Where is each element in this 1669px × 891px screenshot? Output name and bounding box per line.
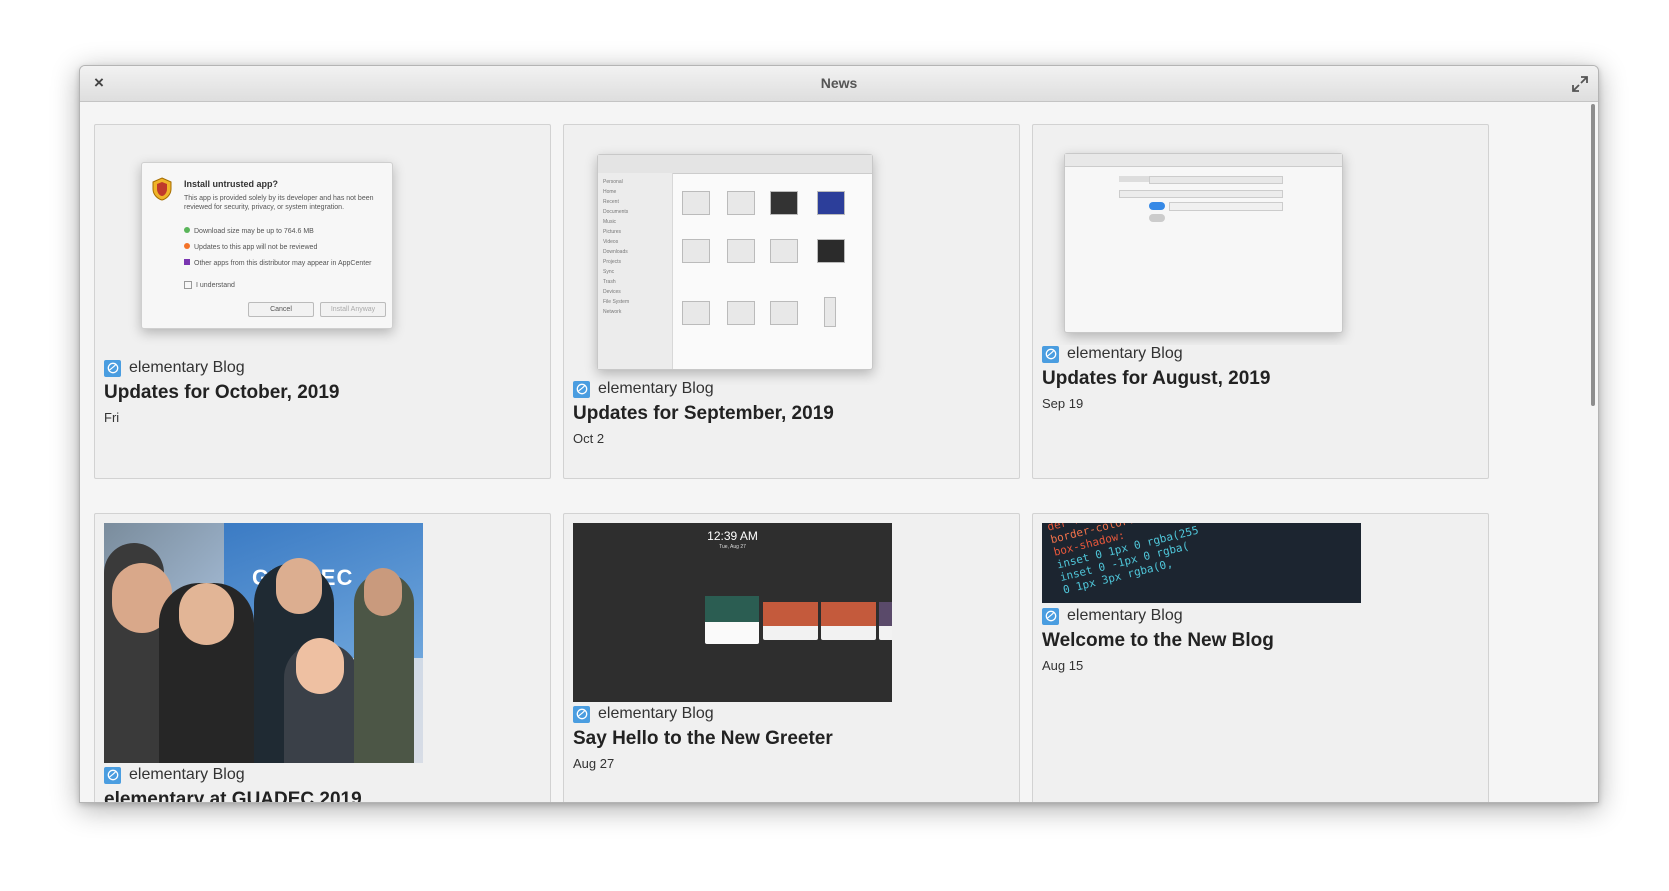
- window-title: News: [820, 75, 858, 91]
- dialog-install-button: Install Anyway: [320, 302, 386, 317]
- article-date: Sep 19: [1042, 396, 1084, 411]
- news-window: × News Install untrusted app? This app i…: [79, 65, 1599, 803]
- article-date: Aug 27: [573, 756, 615, 771]
- article-date: Aug 15: [1042, 658, 1084, 673]
- article-title: Updates for October, 2019: [104, 382, 340, 403]
- article-thumbnail: Install untrusted app? This app is provi…: [95, 125, 435, 365]
- article-source: elementary Blog: [573, 379, 834, 399]
- article-source: elementary Blog: [104, 358, 339, 378]
- greeter-screenshot: 12:39 AM Tue, Aug 27: [573, 523, 892, 702]
- dialog-item: Download size may be up to 764.6 MB: [184, 227, 314, 235]
- article-card[interactable]: der-radius: 4px; border-color: rgba( box…: [1032, 513, 1489, 802]
- article-card[interactable]: GUADEC elementary Blog elementary at GUA…: [94, 513, 551, 802]
- article-card[interactable]: Personal Home Recent Documents Music Pictures…: [563, 124, 1020, 479]
- articles-grid: Install untrusted app? This app is provi…: [80, 102, 1598, 802]
- article-source-label: elementary Blog: [129, 766, 245, 783]
- article-title: Updates for September, 2019: [573, 403, 834, 424]
- article-card[interactable]: elementary Blog Updates for August, 2019…: [1032, 124, 1489, 479]
- article-card[interactable]: 12:39 AM Tue, Aug 27 elementary Blog Say…: [563, 513, 1020, 802]
- article-source-label: elementary Blog: [1067, 345, 1183, 362]
- untrusted-app-dialog-screenshot: Install untrusted app? This app is provi…: [141, 162, 393, 329]
- article-title: Say Hello to the New Greeter: [573, 728, 833, 749]
- article-source: elementary Blog: [573, 704, 833, 724]
- article-title: Updates for August, 2019: [1042, 368, 1271, 389]
- dialog-cancel-button: Cancel: [248, 302, 314, 317]
- article-meta: elementary Blog Welcome to the New Blog …: [1042, 606, 1274, 673]
- maximize-icon[interactable]: [1570, 74, 1590, 94]
- article-meta: elementary Blog Say Hello to the New Gre…: [573, 704, 833, 771]
- dialog-checkbox: I understand: [184, 281, 235, 289]
- article-thumbnail: Personal Home Recent Documents Music Pictures…: [564, 125, 904, 385]
- article-source-label: elementary Blog: [598, 705, 714, 722]
- article-meta: elementary Blog Updates for October, 201…: [104, 358, 339, 425]
- article-date: Fri: [104, 410, 120, 425]
- file-manager-screenshot: Personal Home Recent Documents Music Pictures…: [597, 154, 873, 370]
- dialog-title: Install untrusted app?: [184, 179, 279, 189]
- elementary-logo-icon: [1042, 345, 1059, 363]
- vertical-scrollbar[interactable]: [1591, 104, 1595, 406]
- article-source: elementary Blog: [1042, 606, 1274, 626]
- date-time-settings-screenshot: [1064, 153, 1343, 333]
- article-thumbnail: [1033, 125, 1373, 345]
- greeter-date: Tue, Aug 27: [719, 544, 746, 550]
- article-meta: elementary Blog Updates for September, 2…: [573, 379, 834, 446]
- article-source-label: elementary Blog: [598, 380, 714, 397]
- article-meta: elementary Blog elementary at GUADEC 201…: [104, 765, 362, 802]
- dialog-item: Updates to this app will not be reviewed: [184, 243, 317, 251]
- elementary-logo-icon: [104, 359, 121, 377]
- elementary-logo-icon: [104, 766, 121, 784]
- article-source-label: elementary Blog: [129, 359, 245, 376]
- article-date: Oct 2: [573, 431, 605, 446]
- elementary-logo-icon: [1042, 607, 1059, 625]
- article-source-label: elementary Blog: [1067, 607, 1183, 624]
- shield-icon: [152, 177, 172, 201]
- greeter-time: 12:39 AM: [707, 529, 758, 543]
- titlebar[interactable]: × News: [80, 66, 1598, 102]
- article-card[interactable]: Install untrusted app? This app is provi…: [94, 124, 551, 479]
- article-source: elementary Blog: [1042, 344, 1270, 364]
- elementary-logo-icon: [573, 380, 590, 398]
- elementary-logo-icon: [573, 705, 590, 723]
- article-title: Welcome to the New Blog: [1042, 630, 1274, 651]
- guadec-photo: GUADEC: [104, 523, 423, 763]
- dialog-item: Other apps from this distributor may app…: [184, 259, 371, 267]
- article-meta: elementary Blog Updates for August, 2019…: [1042, 344, 1270, 411]
- code-screenshot: der-radius: 4px; border-color: rgba( box…: [1042, 523, 1361, 603]
- dialog-body: This app is provided solely by its devel…: [184, 195, 374, 211]
- article-source: elementary Blog: [104, 765, 362, 785]
- article-title: elementary at GUADEC 2019: [104, 789, 362, 802]
